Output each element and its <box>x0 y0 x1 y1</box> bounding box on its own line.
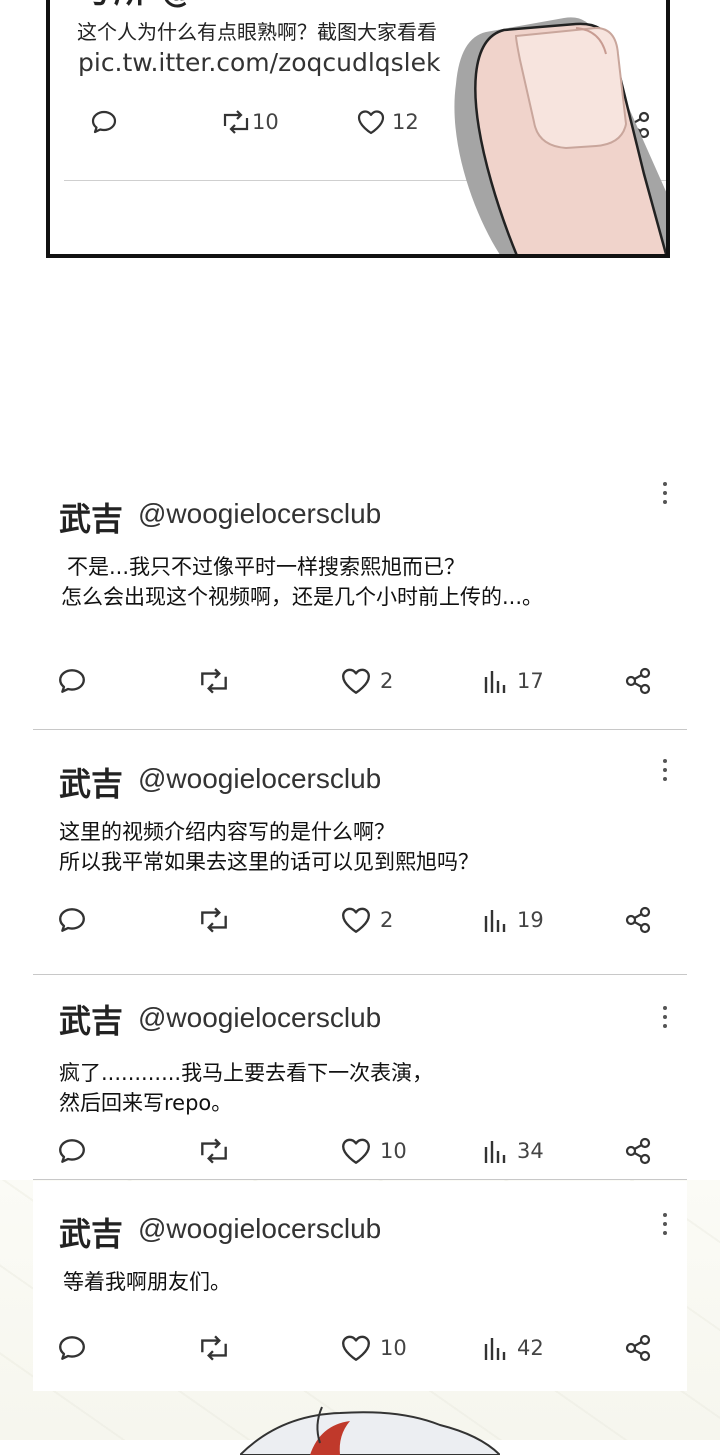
retweet-button[interactable] <box>197 1333 231 1363</box>
reply-button[interactable] <box>57 666 87 696</box>
finger-illustration <box>454 17 666 254</box>
tweet-author-name: 武吉 <box>59 1002 124 1040</box>
share-button[interactable] <box>623 1136 653 1166</box>
more-options-button[interactable] <box>661 759 669 785</box>
views-count: 34 <box>517 1139 544 1163</box>
like-icon <box>340 666 372 696</box>
more-icon <box>663 759 667 763</box>
reply-button[interactable] <box>90 108 118 136</box>
tweet-author-handle[interactable]: @woogielocersclub <box>138 1002 381 1034</box>
share-button[interactable] <box>623 1333 653 1363</box>
like-button[interactable]: 10 <box>340 1136 407 1166</box>
views-icon <box>483 1333 509 1363</box>
tweet-author-handle[interactable]: @woogielocersclub <box>138 1213 381 1245</box>
views-count: 19 <box>517 908 544 932</box>
tweet-body: 疯了............我马上要去看下一次表演， 然后回来写repo。 <box>59 1061 434 1115</box>
reply-button[interactable] <box>57 1136 87 1166</box>
more-icon <box>663 482 667 486</box>
retweet-button[interactable] <box>197 666 231 696</box>
like-count: 12 <box>392 110 419 134</box>
like-icon <box>340 1136 372 1166</box>
more-options-button[interactable] <box>661 482 669 508</box>
more-options-button[interactable] <box>661 1006 669 1032</box>
retweet-button[interactable] <box>197 905 231 935</box>
views-count: 17 <box>517 669 544 693</box>
character-hair-illustration <box>240 1406 500 1455</box>
reply-button[interactable] <box>57 1333 87 1363</box>
tweet-actions: 10 42 <box>33 1333 687 1367</box>
divider <box>33 974 687 975</box>
like-button[interactable]: 2 <box>340 666 393 696</box>
retweet-button[interactable]: 10 <box>220 108 279 136</box>
top-tweet-panel: 号所 @ 这个人为什么有点眼熟啊？截图大家看看 pic.tw.itter.com… <box>46 0 670 258</box>
share-icon <box>623 1333 653 1363</box>
retweet-icon <box>197 1136 231 1166</box>
tweet-text: 这个人为什么有点眼熟啊？截图大家看看 <box>77 20 437 44</box>
reply-icon <box>57 1333 87 1363</box>
views-button[interactable]: 19 <box>483 905 544 935</box>
tweet-link[interactable]: pic.tw.itter.com/zoqcudlqslek <box>78 48 440 77</box>
retweet-button[interactable] <box>197 1136 231 1166</box>
share-button[interactable] <box>623 905 653 935</box>
tweet-author-handle[interactable]: @woogielocersclub <box>138 763 381 795</box>
tweet-body: 不是...我只不过像平时一样搜索熙旭而已？ 怎么会出现这个视频啊，还是几个小时前… <box>61 555 544 609</box>
tweet-card[interactable]: 武吉 @woogielocersclub 疯了............我马上要去… <box>33 976 687 1180</box>
tweet-actions: 2 17 <box>33 666 687 700</box>
views-icon <box>483 905 509 935</box>
views-count: 42 <box>517 1336 544 1360</box>
tweet-card[interactable]: 武吉 @woogielocersclub 等着我啊朋友们。 10 42 <box>33 1181 687 1391</box>
share-button[interactable] <box>623 666 653 696</box>
reply-icon <box>57 666 87 696</box>
like-count: 2 <box>380 669 394 693</box>
reply-icon <box>57 1136 87 1166</box>
views-button[interactable]: 34 <box>483 1136 544 1166</box>
like-icon <box>340 1333 372 1363</box>
more-icon <box>663 1213 667 1217</box>
retweet-icon <box>197 905 231 935</box>
retweet-icon <box>197 1333 231 1363</box>
like-button[interactable]: 12 <box>356 108 419 136</box>
tweet-body: 这里的视频介绍内容写的是什么啊？ 所以我平常如果去这里的话可以见到熙旭吗？ <box>59 820 479 874</box>
tweet-author-name: 武吉 <box>59 500 124 538</box>
like-button[interactable]: 2 <box>340 905 393 935</box>
views-button[interactable]: 17 <box>483 666 544 696</box>
tweet-author-name: 武吉 <box>59 1215 124 1253</box>
retweet-icon <box>220 108 252 136</box>
tweet-author-name: 武吉 <box>59 765 124 803</box>
like-icon <box>356 108 386 136</box>
like-icon <box>340 905 372 935</box>
reply-button[interactable] <box>57 905 87 935</box>
tweet-actions: 10 34 <box>33 1136 687 1170</box>
more-icon <box>663 1006 667 1010</box>
divider <box>33 729 687 730</box>
like-count: 2 <box>380 908 394 932</box>
views-icon <box>483 1136 509 1166</box>
tweet-card[interactable]: 武吉 @woogielocersclub 这里的视频介绍内容写的是什么啊？ 所以… <box>33 731 687 975</box>
views-icon <box>483 666 509 696</box>
tweet-author-handle[interactable]: @woogielocersclub <box>138 498 381 530</box>
retweet-icon <box>197 666 231 696</box>
tweet-actions: 2 19 <box>33 905 687 939</box>
partial-header: 号所 @ <box>80 0 195 12</box>
like-count: 10 <box>380 1336 407 1360</box>
divider <box>33 1179 687 1180</box>
tweet-body: 等着我啊朋友们。 <box>63 1270 231 1294</box>
like-button[interactable]: 10 <box>340 1333 407 1363</box>
share-icon <box>623 1136 653 1166</box>
more-options-button[interactable] <box>661 1213 669 1239</box>
reply-icon <box>57 905 87 935</box>
tweet-card[interactable]: 武吉 @woogielocersclub 不是...我只不过像平时一样搜索熙旭而… <box>33 470 687 730</box>
share-icon <box>623 905 653 935</box>
reply-icon <box>90 108 118 136</box>
share-icon <box>623 666 653 696</box>
views-button[interactable]: 42 <box>483 1333 544 1363</box>
like-count: 10 <box>380 1139 407 1163</box>
retweet-count: 10 <box>252 110 279 134</box>
